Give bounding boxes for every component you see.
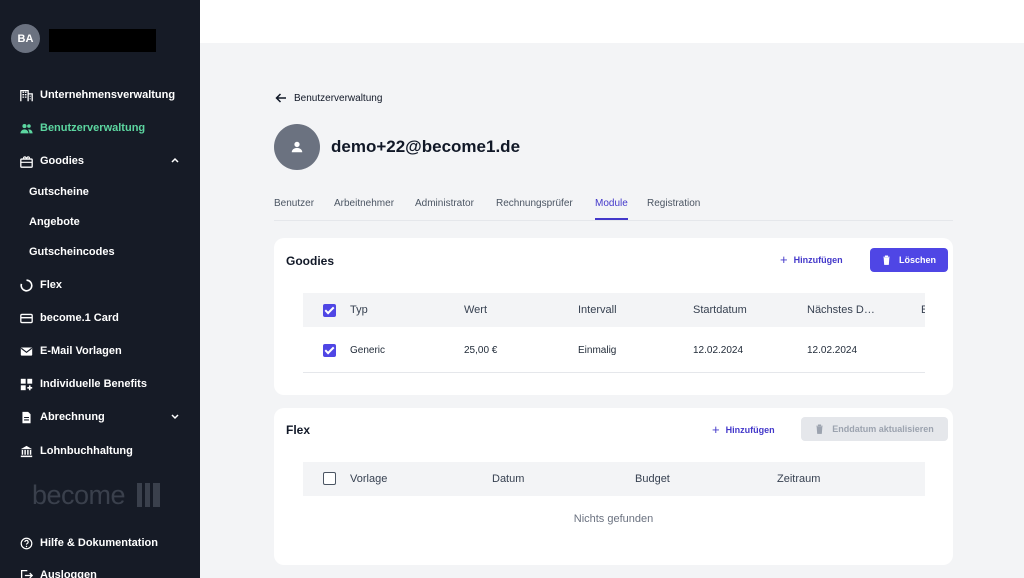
flex-card: Flex + Hinzufügen Enddatum aktualisieren… bbox=[274, 408, 953, 565]
select-all-checkbox[interactable] bbox=[323, 304, 336, 317]
sidebar-item-label: Abrechnung bbox=[40, 411, 105, 423]
sidebar-item-flex[interactable]: Flex bbox=[20, 276, 180, 294]
sidebar-item-label: Ausloggen bbox=[40, 569, 97, 578]
goodies-card: Goodies + Hinzufügen Löschen Typ Wert In… bbox=[274, 238, 953, 395]
sidebar-item-label: Individuelle Benefits bbox=[40, 378, 147, 390]
sidebar-item-hilfe[interactable]: Hilfe & Dokumentation bbox=[20, 534, 180, 552]
sidebar-item-become-card[interactable]: become.1 Card bbox=[20, 309, 180, 327]
back-link[interactable]: Benutzerverwaltung bbox=[275, 92, 382, 104]
brand-logo-mark bbox=[137, 483, 160, 507]
tab-bar: Benutzer Arbeitnehmer Administrator Rech… bbox=[274, 196, 953, 221]
plus-icon: + bbox=[712, 422, 720, 437]
tab-rechnungspruefer[interactable]: Rechnungsprüfer bbox=[496, 198, 573, 220]
cell-wert: 25,00 € bbox=[464, 345, 498, 356]
chevron-down-icon bbox=[171, 414, 179, 420]
column-header[interactable]: Budget bbox=[635, 473, 670, 485]
cell-naechstes-datum: 12.02.2024 bbox=[807, 345, 858, 356]
page-title: demo+22@become1.de bbox=[331, 137, 521, 156]
sidebar-subitem-gutscheine[interactable]: Gutscheine bbox=[29, 186, 89, 198]
document-icon bbox=[20, 411, 33, 424]
mail-icon bbox=[20, 345, 33, 358]
goodies-title: Goodies bbox=[286, 254, 335, 268]
column-header[interactable]: E bbox=[921, 304, 925, 316]
sidebar-item-abrechnung[interactable]: Abrechnung bbox=[20, 408, 180, 426]
sidebar-item-unternehmensverwaltung[interactable]: Unternehmensverwaltung bbox=[20, 86, 180, 104]
flex-add-label: Hinzufügen bbox=[725, 424, 775, 435]
back-link-label: Benutzerverwaltung bbox=[294, 92, 383, 104]
tab-benutzer[interactable]: Benutzer bbox=[274, 198, 314, 220]
avatar[interactable]: BA bbox=[11, 24, 40, 53]
building-icon bbox=[20, 89, 33, 102]
column-header[interactable]: Startdatum bbox=[693, 304, 747, 316]
credit-card-icon bbox=[20, 312, 33, 325]
empty-state-message: Nichts gefunden bbox=[573, 513, 654, 525]
update-enddate-label: Enddatum aktualisieren bbox=[832, 424, 934, 434]
grid-plus-icon bbox=[20, 378, 33, 391]
cell-startdatum: 12.02.2024 bbox=[693, 345, 744, 356]
tab-arbeitnehmer[interactable]: Arbeitnehmer bbox=[334, 198, 394, 220]
flex-table-header: Vorlage Datum Budget Zeitraum bbox=[303, 462, 925, 496]
row-checkbox[interactable] bbox=[323, 344, 336, 357]
column-header[interactable]: Typ bbox=[350, 304, 368, 316]
tab-administrator[interactable]: Administrator bbox=[415, 198, 474, 220]
column-header[interactable]: Nächstes D… bbox=[807, 304, 875, 316]
tab-module[interactable]: Module bbox=[595, 198, 628, 220]
sidebar-item-ausloggen[interactable]: Ausloggen bbox=[20, 566, 180, 578]
sidebar-item-lohnbuchhaltung[interactable]: Lohnbuchhaltung bbox=[20, 442, 180, 460]
goodies-table-header: Typ Wert Intervall Startdatum Nächstes D… bbox=[303, 293, 925, 327]
top-bar bbox=[200, 0, 1024, 43]
trash-icon bbox=[816, 424, 824, 434]
goodies-add-button[interactable]: + Hinzufügen bbox=[780, 252, 843, 267]
sidebar-item-individuelle-benefits[interactable]: Individuelle Benefits bbox=[20, 375, 180, 393]
users-icon bbox=[20, 122, 33, 135]
bank-icon bbox=[20, 445, 33, 458]
goodies-delete-label: Löschen bbox=[898, 255, 936, 265]
sidebar-item-label: E-Mail Vorlagen bbox=[40, 345, 122, 357]
column-header[interactable]: Wert bbox=[464, 304, 487, 316]
arrow-left-icon bbox=[275, 93, 286, 103]
plus-icon: + bbox=[780, 252, 788, 267]
row-divider bbox=[303, 372, 925, 373]
column-header[interactable]: Intervall bbox=[578, 304, 617, 316]
trash-icon bbox=[883, 255, 890, 265]
user-avatar bbox=[274, 124, 320, 170]
cell-intervall: Einmalig bbox=[578, 345, 617, 356]
sidebar-item-email-vorlagen[interactable]: E-Mail Vorlagen bbox=[20, 342, 180, 360]
sidebar-item-label: Flex bbox=[40, 279, 63, 291]
sidebar-item-label: Lohnbuchhaltung bbox=[40, 445, 133, 457]
cell-typ: Generic bbox=[350, 345, 386, 356]
sidebar-item-label: Goodies bbox=[40, 155, 85, 167]
sidebar-item-label: Benutzerverwaltung bbox=[40, 122, 146, 134]
sidebar-item-benutzerverwaltung[interactable]: Benutzerverwaltung bbox=[20, 119, 180, 137]
help-circle-icon bbox=[20, 537, 33, 550]
logout-icon bbox=[20, 569, 33, 578]
person-icon bbox=[291, 141, 303, 153]
goodies-add-label: Hinzufügen bbox=[793, 254, 843, 265]
flex-add-button[interactable]: + Hinzufügen bbox=[712, 422, 775, 437]
column-header[interactable]: Datum bbox=[492, 473, 524, 485]
tab-registration[interactable]: Registration bbox=[647, 198, 700, 220]
sidebar-item-goodies[interactable]: Goodies bbox=[20, 152, 180, 170]
column-header[interactable]: Zeitraum bbox=[777, 473, 820, 485]
sidebar-subitem-angebote[interactable]: Angebote bbox=[29, 216, 80, 228]
select-all-checkbox[interactable] bbox=[323, 472, 336, 485]
sidebar-item-label: become.1 Card bbox=[40, 312, 119, 324]
update-enddate-button[interactable]: Enddatum aktualisieren bbox=[801, 417, 948, 441]
sidebar: BA Unternehmensverwaltung Benutzerverwal… bbox=[0, 0, 200, 578]
column-header[interactable]: Vorlage bbox=[350, 473, 387, 485]
goodies-delete-button[interactable]: Löschen bbox=[870, 248, 948, 272]
sidebar-item-label: Unternehmensverwaltung bbox=[40, 89, 176, 101]
flex-title: Flex bbox=[286, 423, 311, 437]
gift-icon bbox=[20, 155, 33, 168]
circle-progress-icon bbox=[20, 278, 33, 292]
redacted-username bbox=[49, 29, 156, 52]
chevron-up-icon bbox=[171, 157, 179, 163]
sidebar-subitem-gutscheincodes[interactable]: Gutscheincodes bbox=[29, 246, 115, 258]
sidebar-item-label: Hilfe & Dokumentation bbox=[40, 537, 158, 549]
brand-logo: become bbox=[32, 480, 126, 510]
